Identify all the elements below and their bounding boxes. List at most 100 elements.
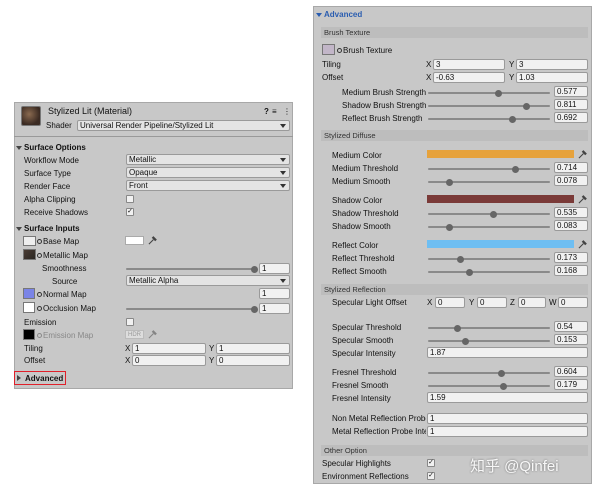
shader-dropdown[interactable]: Universal Render Pipeline/Stylized Lit <box>77 120 290 131</box>
medium-brush-strength-slider[interactable] <box>428 89 550 97</box>
advanced-foldout-icon[interactable] <box>17 375 21 381</box>
brush-offset-y-field[interactable]: 1.03 <box>516 72 588 83</box>
specular-smooth-handle[interactable] <box>462 337 470 345</box>
medium-smooth-handle[interactable] <box>446 178 454 186</box>
reflect-brush-strength-slider[interactable] <box>428 115 550 123</box>
reflect-threshold-field[interactable]: 0.173 <box>554 252 588 263</box>
specular-smooth-slider[interactable] <box>428 337 550 345</box>
reflect-threshold-slider[interactable] <box>428 255 550 263</box>
tiling-x-field[interactable]: 1 <box>132 343 206 354</box>
brush-texture-slot[interactable] <box>322 44 335 55</box>
reflect-brush-strength-handle[interactable] <box>508 115 516 123</box>
shadow-smooth-field[interactable]: 0.083 <box>554 220 588 231</box>
eyedropper-icon[interactable] <box>148 236 157 245</box>
reflect-smooth-field[interactable]: 0.168 <box>554 265 588 276</box>
base-map-texture-slot[interactable] <box>23 236 36 246</box>
advanced-header-left[interactable]: Advanced <box>25 373 63 384</box>
occlusion-slider-handle[interactable] <box>250 305 258 313</box>
emission-map-texture-slot[interactable] <box>23 329 35 340</box>
surface-type-dropdown[interactable]: Opaque <box>126 167 290 178</box>
reflect-threshold-handle[interactable] <box>457 255 465 263</box>
spec-x-field[interactable]: 0 <box>435 297 465 308</box>
fresnel-intensity-field[interactable]: 1.59 <box>427 392 588 403</box>
reflect-color-eyedropper-icon[interactable] <box>578 240 587 249</box>
normal-scale-field[interactable]: 1 <box>259 288 290 299</box>
smoothness-slider-handle[interactable] <box>250 265 258 273</box>
shadow-color-swatch[interactable] <box>427 195 574 203</box>
shadow-threshold-field[interactable]: 0.535 <box>554 207 588 218</box>
shadow-brush-strength-handle[interactable] <box>523 102 531 110</box>
medium-smooth-slider[interactable] <box>428 178 550 186</box>
alpha-clipping-checkbox[interactable] <box>126 195 134 203</box>
fresnel-threshold-handle[interactable] <box>498 369 506 377</box>
fresnel-smooth-field[interactable]: 0.179 <box>554 379 588 390</box>
shadow-brush-strength-field[interactable]: 0.811 <box>554 99 588 110</box>
medium-brush-strength-handle[interactable] <box>494 89 502 97</box>
source-dropdown[interactable]: Metallic Alpha <box>126 275 290 286</box>
emission-color-swatch[interactable]: HDR <box>125 330 144 339</box>
non-metal-probe-field[interactable]: 1 <box>427 413 588 424</box>
shadow-threshold-handle[interactable] <box>489 210 497 218</box>
shadow-smooth-handle[interactable] <box>446 223 454 231</box>
advanced-foldout-icon-right[interactable] <box>316 13 322 17</box>
surface-options-foldout-icon[interactable] <box>16 146 22 150</box>
fresnel-threshold-field[interactable]: 0.604 <box>554 366 588 377</box>
normal-map-texture-slot[interactable] <box>23 288 35 299</box>
workflow-mode-dropdown[interactable]: Metallic <box>126 154 290 165</box>
spec-z-field[interactable]: 0 <box>518 297 546 308</box>
advanced-header-right[interactable]: Advanced <box>324 9 362 20</box>
fresnel-smooth-slider[interactable] <box>428 382 550 390</box>
emission-eyedropper-icon[interactable] <box>148 330 157 339</box>
surface-inputs-foldout-icon[interactable] <box>16 227 22 231</box>
occlusion-map-texture-slot[interactable] <box>23 302 35 313</box>
shadow-brush-strength-slider[interactable] <box>428 102 550 110</box>
medium-threshold-handle[interactable] <box>511 165 519 173</box>
brush-tiling-x-field[interactable]: 3 <box>433 59 505 70</box>
normal-map-label: Normal Map <box>37 289 87 300</box>
shadow-threshold-slider[interactable] <box>428 210 550 218</box>
reflect-color-swatch[interactable] <box>427 240 574 248</box>
surface-inputs-header[interactable]: Surface Inputs <box>24 223 80 234</box>
occlusion-slider[interactable] <box>126 305 258 313</box>
reflect-smooth-handle[interactable] <box>465 268 473 276</box>
shadow-color-eyedropper-icon[interactable] <box>578 195 587 204</box>
metallic-map-texture-slot[interactable] <box>23 249 36 260</box>
surface-options-header[interactable]: Surface Options <box>24 142 86 153</box>
reflect-brush-strength-field[interactable]: 0.692 <box>554 112 588 123</box>
specular-intensity-field[interactable]: 1.87 <box>427 347 588 358</box>
specular-highlights-checkbox[interactable]: ✓ <box>427 459 435 467</box>
render-face-dropdown[interactable]: Front <box>126 180 290 191</box>
medium-threshold-slider[interactable] <box>428 165 550 173</box>
offset-y-field[interactable]: 0 <box>216 355 290 366</box>
medium-threshold-field[interactable]: 0.714 <box>554 162 588 173</box>
help-icon[interactable]: ? <box>264 106 269 117</box>
specular-smooth-field[interactable]: 0.153 <box>554 334 588 345</box>
emission-checkbox[interactable] <box>126 318 134 326</box>
shadow-smooth-slider[interactable] <box>428 223 550 231</box>
medium-brush-strength-field[interactable]: 0.577 <box>554 86 588 97</box>
brush-offset-x-field[interactable]: -0.63 <box>433 72 505 83</box>
more-icon[interactable]: ⋮ <box>283 106 291 117</box>
medium-smooth-field[interactable]: 0.078 <box>554 175 588 186</box>
base-color-swatch[interactable] <box>125 236 144 245</box>
brush-tiling-y-field[interactable]: 3 <box>516 59 588 70</box>
medium-color-swatch[interactable] <box>427 150 574 158</box>
specular-threshold-slider[interactable] <box>428 324 550 332</box>
specular-threshold-handle[interactable] <box>453 324 461 332</box>
spec-w-field[interactable]: 0 <box>558 297 588 308</box>
environment-reflections-checkbox[interactable]: ✓ <box>427 472 435 480</box>
metal-probe-field[interactable]: 1 <box>427 426 588 437</box>
reflect-smooth-slider[interactable] <box>428 268 550 276</box>
offset-x-field[interactable]: 0 <box>132 355 206 366</box>
occlusion-field[interactable]: 1 <box>259 303 290 314</box>
spec-y-field[interactable]: 0 <box>477 297 507 308</box>
medium-color-eyedropper-icon[interactable] <box>578 150 587 159</box>
smoothness-slider[interactable] <box>126 265 258 273</box>
smoothness-field[interactable]: 1 <box>259 263 290 274</box>
preset-icon[interactable]: ≡ <box>272 106 277 117</box>
tiling-y-field[interactable]: 1 <box>216 343 290 354</box>
receive-shadows-checkbox[interactable]: ✓ <box>126 208 134 216</box>
fresnel-threshold-slider[interactable] <box>428 369 550 377</box>
fresnel-smooth-handle[interactable] <box>500 382 508 390</box>
specular-threshold-field[interactable]: 0.54 <box>554 321 588 332</box>
